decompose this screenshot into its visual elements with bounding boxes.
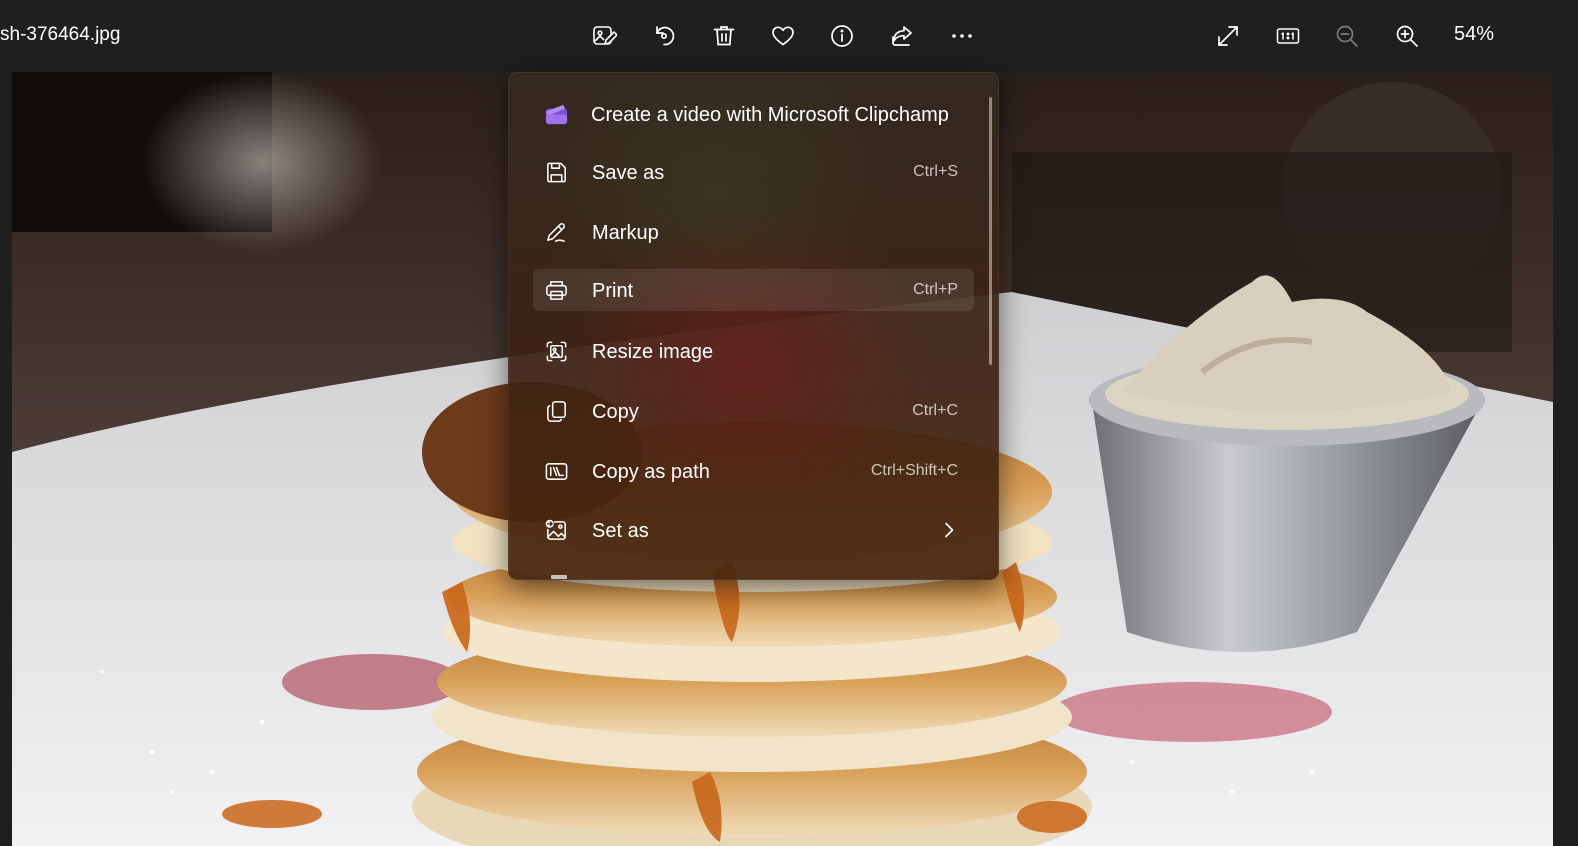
save-icon bbox=[543, 159, 569, 185]
menu-item-shortcut: Ctrl+C bbox=[912, 402, 958, 419]
top-toolbar: sh-376464.jpg 54% bbox=[0, 0, 1578, 72]
menu-item-save-as[interactable]: Save as Ctrl+S bbox=[533, 151, 974, 193]
share-icon bbox=[892, 26, 912, 46]
zoom-in-icon bbox=[1396, 25, 1418, 47]
share-button[interactable] bbox=[882, 16, 922, 56]
menu-item-label: Copy as path bbox=[592, 461, 710, 483]
actual-size-button[interactable] bbox=[1268, 16, 1308, 56]
actual-size-icon bbox=[1276, 28, 1300, 44]
menu-item-markup[interactable]: Markup bbox=[533, 211, 974, 253]
menu-item-shortcut: Ctrl+P bbox=[913, 281, 958, 298]
file-name-title: sh-376464.jpg bbox=[0, 24, 121, 45]
menu-item-label: Set as bbox=[592, 520, 649, 542]
zoom-out-icon bbox=[1336, 25, 1358, 47]
menu-item-set-as[interactable]: Set as bbox=[533, 509, 974, 551]
copy-icon bbox=[543, 398, 569, 424]
menu-item-print[interactable]: Print Ctrl+P bbox=[533, 269, 974, 311]
chevron-right-icon bbox=[945, 522, 954, 538]
zoom-in-button[interactable] bbox=[1387, 16, 1427, 56]
info-icon bbox=[831, 25, 853, 47]
edit-image-button[interactable] bbox=[584, 16, 624, 56]
menu-item-copy-as-path[interactable]: Copy as path Ctrl+Shift+C bbox=[533, 450, 974, 492]
menu-item-shortcut: Ctrl+Shift+C bbox=[870, 462, 958, 479]
file-info-button[interactable] bbox=[822, 16, 862, 56]
next-menu-item-peek bbox=[551, 575, 567, 579]
menu-scrollbar[interactable] bbox=[989, 97, 992, 365]
see-more-menu: Create a video with Microsoft Clipchamp … bbox=[508, 72, 999, 580]
menu-item-label: Print bbox=[592, 280, 634, 302]
menu-item-copy[interactable]: Copy Ctrl+C bbox=[533, 390, 974, 432]
menu-item-label: Resize image bbox=[592, 341, 714, 363]
menu-item-label: Markup bbox=[592, 222, 659, 244]
see-more-button[interactable] bbox=[942, 16, 982, 56]
rotate-icon bbox=[656, 26, 675, 46]
zoom-level-indicator[interactable]: 54% bbox=[1454, 23, 1494, 46]
clipchamp-icon bbox=[543, 101, 569, 127]
trash-icon bbox=[713, 26, 735, 46]
heart-icon bbox=[772, 26, 794, 46]
resize-icon bbox=[543, 338, 569, 364]
set-as-icon bbox=[543, 517, 569, 543]
menu-item-label: Create a video with Microsoft Clipchamp bbox=[591, 104, 949, 126]
photos-app-window: sh-376464.jpg 54% Create a video with Mi… bbox=[0, 0, 1578, 846]
copy-path-icon bbox=[543, 458, 569, 484]
menu-item-clipchamp[interactable]: Create a video with Microsoft Clipchamp bbox=[533, 93, 974, 135]
pen-icon bbox=[543, 219, 569, 245]
favorite-button[interactable] bbox=[763, 16, 803, 56]
edit-image-icon bbox=[593, 26, 617, 45]
rotate-button[interactable] bbox=[644, 16, 684, 56]
zoom-out-button[interactable] bbox=[1327, 16, 1367, 56]
full-screen-button[interactable] bbox=[1208, 16, 1248, 56]
menu-item-resize-image[interactable]: Resize image bbox=[533, 330, 974, 372]
printer-icon bbox=[543, 277, 569, 303]
expand-icon bbox=[1218, 26, 1238, 46]
more-icon bbox=[952, 34, 972, 38]
menu-item-label: Copy bbox=[592, 401, 639, 423]
menu-item-shortcut: Ctrl+S bbox=[913, 163, 958, 180]
menu-item-label: Save as bbox=[592, 162, 665, 184]
delete-button[interactable] bbox=[704, 16, 744, 56]
